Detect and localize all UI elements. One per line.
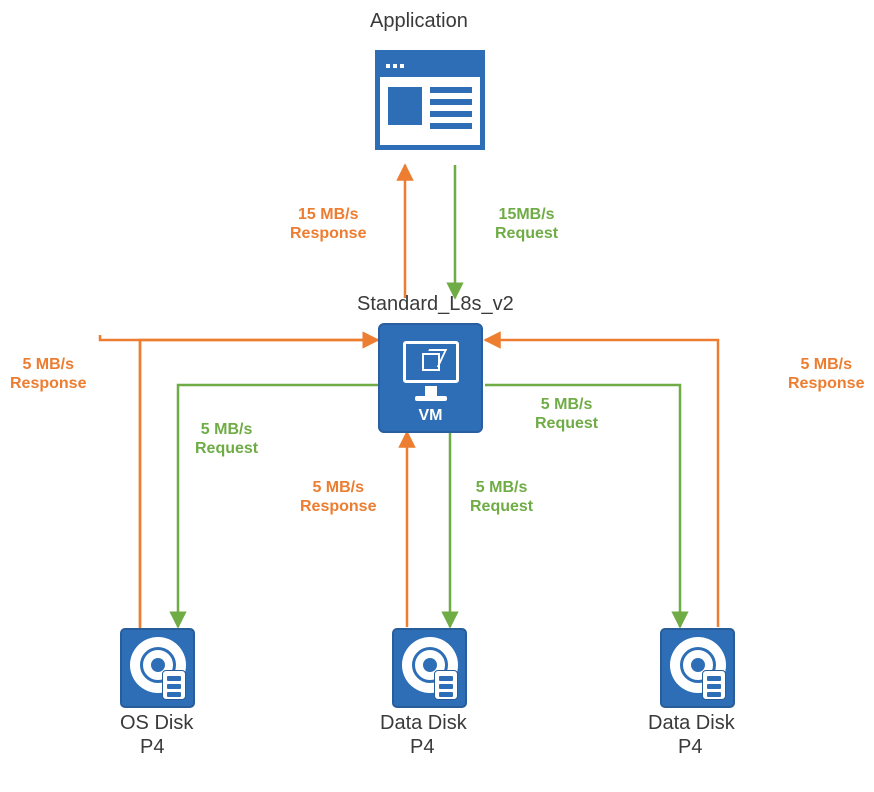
data-disk-2-name: Data Disk	[648, 712, 735, 735]
vm-label-inside: VM	[419, 407, 443, 425]
label-mid-response: 5 MB/s Response	[300, 478, 376, 516]
data-disk-1-tier: P4	[410, 736, 434, 759]
data-disk-2-tier: P4	[678, 736, 702, 759]
data-disk-1-name: Data Disk	[380, 712, 467, 735]
application-icon	[375, 50, 485, 150]
label-app-response: 15 MB/s Response	[290, 205, 366, 243]
application-label: Application	[370, 10, 468, 33]
os-disk-icon	[120, 628, 195, 708]
vm-icon: VM	[378, 323, 483, 433]
label-right-response: 5 MB/s Response	[788, 355, 864, 393]
data-disk-2-icon	[660, 628, 735, 708]
label-app-request: 15MB/s Request	[495, 205, 558, 243]
label-mid-request: 5 MB/s Request	[470, 478, 533, 516]
label-right-request: 5 MB/s Request	[535, 395, 598, 433]
arrow-left-response-a	[100, 335, 378, 340]
label-left-response: 5 MB/s Response	[10, 355, 86, 393]
label-left-request: 5 MB/s Request	[195, 420, 258, 458]
os-disk-name: OS Disk	[120, 712, 193, 735]
data-disk-1-icon	[392, 628, 467, 708]
os-disk-tier: P4	[140, 736, 164, 759]
vm-label-top: Standard_L8s_v2	[357, 293, 514, 316]
